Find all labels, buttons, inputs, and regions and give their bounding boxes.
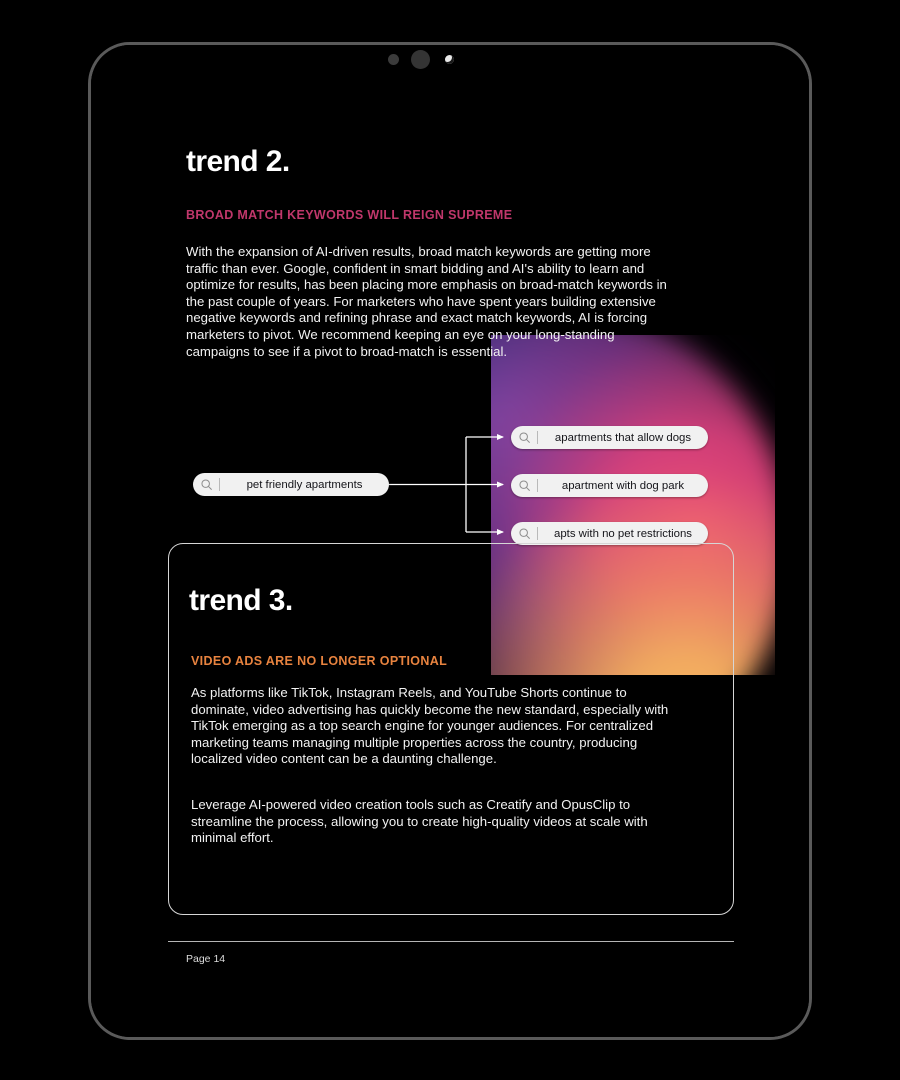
trend-3-body-paragraph-2: Leverage AI-powered video creation tools… <box>191 797 648 846</box>
search-icon <box>511 527 537 540</box>
search-pill-variant[interactable]: apartment with dog park <box>511 474 708 497</box>
tablet-screen: trend 2. BROAD MATCH KEYWORDS WILL REIGN… <box>91 45 809 1037</box>
trend-3-card: trend 3. VIDEO ADS ARE NO LONGER OPTIONA… <box>168 543 734 915</box>
search-pill-source[interactable]: pet friendly apartments <box>193 473 389 496</box>
trend-3-title: trend 3. <box>189 584 293 617</box>
trend-2-eyebrow: BROAD MATCH KEYWORDS WILL REIGN SUPREME <box>186 208 513 222</box>
search-pill-variant-text: apts with no pet restrictions <box>553 527 693 540</box>
search-icon <box>193 478 219 491</box>
trend-3-body-paragraph-1: As platforms like TikTok, Instagram Reel… <box>191 685 669 767</box>
page-number-label: Page 14 <box>186 953 226 965</box>
search-icon <box>511 479 537 492</box>
keyword-expansion-diagram: pet friendly apartments apartments that … <box>91 375 809 545</box>
search-icon <box>511 431 537 444</box>
trend-2-title: trend 2. <box>186 145 290 178</box>
search-pill-variant-text: apartments that allow dogs <box>554 431 692 444</box>
trend-3-eyebrow: VIDEO ADS ARE NO LONGER OPTIONAL <box>191 654 448 668</box>
search-pill-source-text: pet friendly apartments <box>246 478 363 491</box>
search-pill-variant-text: apartment with dog park <box>561 479 685 492</box>
trend-2-body-text: With the expansion of AI-driven results,… <box>186 244 667 359</box>
tablet-device-frame: trend 2. BROAD MATCH KEYWORDS WILL REIGN… <box>88 42 812 1040</box>
search-pill-variant[interactable]: apartments that allow dogs <box>511 426 708 449</box>
trend-2-section: trend 2. BROAD MATCH KEYWORDS WILL REIGN… <box>186 145 686 360</box>
search-pill-variant[interactable]: apts with no pet restrictions <box>511 522 708 545</box>
footer-divider <box>168 941 734 942</box>
document-page: trend 2. BROAD MATCH KEYWORDS WILL REIGN… <box>91 45 809 1037</box>
